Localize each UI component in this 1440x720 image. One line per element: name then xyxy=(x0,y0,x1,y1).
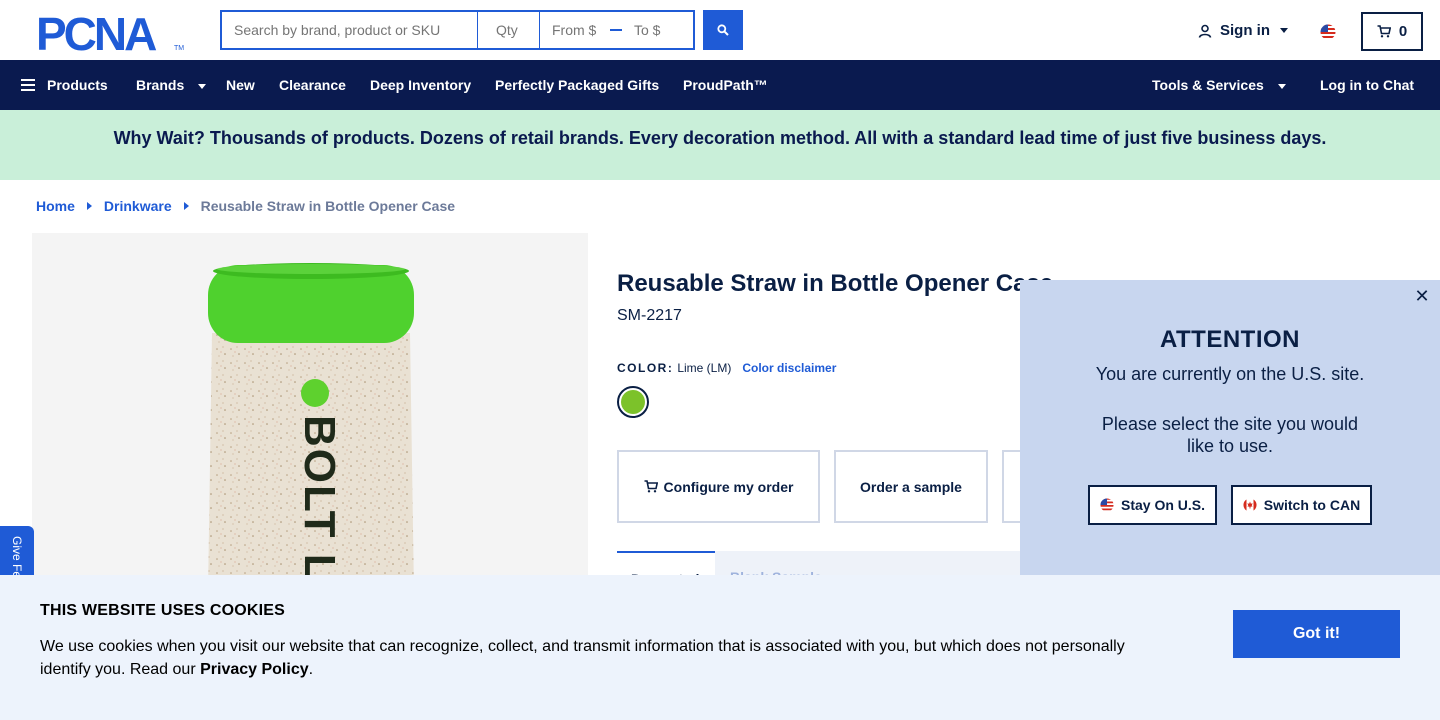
price-range xyxy=(540,10,695,50)
nav-clearance-label: Clearance xyxy=(279,77,346,93)
order-sample-button[interactable]: Order a sample xyxy=(834,450,988,523)
cookie-period: . xyxy=(308,661,314,678)
nav-products[interactable]: Products xyxy=(21,60,108,110)
cart-count: 0 xyxy=(1398,23,1408,40)
search-bar xyxy=(220,10,695,50)
search-button[interactable] xyxy=(703,10,743,50)
nav-proudpath-label: ProudPath™ xyxy=(683,77,768,93)
nav-brands-label: Brands xyxy=(136,77,185,93)
product-image-text: BOLT L xyxy=(295,415,344,583)
nav-products-label: Products xyxy=(47,77,108,93)
breadcrumb-home[interactable]: Home xyxy=(36,198,75,214)
product-sku: SM-2217 xyxy=(617,307,682,324)
svg-text:TM: TM xyxy=(174,45,184,52)
modal-title: ATTENTION xyxy=(1159,326,1301,353)
user-icon xyxy=(1198,24,1212,38)
cookie-banner: THIS WEBSITE USES COOKIES We use cookies… xyxy=(0,575,1440,720)
price-range-dash xyxy=(610,29,622,31)
nav-chat-label: Log in to Chat xyxy=(1320,77,1415,93)
search-icon xyxy=(717,24,729,36)
color-disclaimer-link[interactable]: Color disclaimer xyxy=(742,361,836,375)
qty-input[interactable] xyxy=(478,10,540,50)
switch-can-button[interactable]: Switch to CAN xyxy=(1231,485,1372,525)
chevron-right-icon xyxy=(86,202,92,210)
stay-us-label: Stay On U.S. xyxy=(1120,497,1206,513)
hamburger-icon xyxy=(21,79,35,91)
breadcrumb: Home Drinkware Reusable Straw in Bottle … xyxy=(36,198,455,214)
promo-banner: Why Wait? Thousands of products. Dozens … xyxy=(0,110,1440,180)
pcna-logo[interactable]: PCNA TM xyxy=(36,8,186,60)
nav-clearance[interactable]: Clearance xyxy=(279,60,346,110)
switch-can-label: Switch to CAN xyxy=(1263,497,1361,513)
nav-new[interactable]: New xyxy=(226,60,255,110)
site-selector-modal: ✕ ATTENTION You are currently on the U.S… xyxy=(1020,280,1440,580)
configure-order-label: Configure my order xyxy=(663,478,794,495)
main-nav: Products Brands New Clearance Deep Inven… xyxy=(0,60,1440,110)
search-input[interactable] xyxy=(220,10,478,50)
site-header: PCNA TM Sign in 0 xyxy=(0,0,1440,60)
nav-brands[interactable]: Brands xyxy=(136,60,207,110)
breadcrumb-current: Reusable Straw in Bottle Opener Case xyxy=(200,198,456,214)
price-to-input[interactable] xyxy=(630,22,685,38)
cookie-title: THIS WEBSITE USES COOKIES xyxy=(40,602,286,619)
nav-proudpath[interactable]: ProudPath™ xyxy=(683,60,768,110)
sign-in-menu[interactable]: Sign in xyxy=(1198,22,1288,39)
nav-gifts-label: Perfectly Packaged Gifts xyxy=(495,77,660,93)
color-label: COLOR: xyxy=(617,361,674,375)
chevron-down-icon xyxy=(1280,28,1288,33)
color-swatch-lime[interactable] xyxy=(617,386,649,418)
nav-chat-login[interactable]: Log in to Chat xyxy=(1320,60,1414,110)
chevron-down-icon xyxy=(198,83,207,89)
us-flag-icon[interactable] xyxy=(1320,24,1336,40)
cart-icon xyxy=(1377,25,1391,38)
close-icon[interactable]: ✕ xyxy=(1414,287,1430,305)
cookie-text: We use cookies when you visit our websit… xyxy=(40,635,1170,681)
product-title: Reusable Straw in Bottle Opener Case xyxy=(617,270,1054,297)
product-image[interactable]: BOLT L xyxy=(32,233,588,593)
chevron-down-icon xyxy=(1277,83,1286,89)
price-from-input[interactable] xyxy=(540,22,600,38)
order-sample-label: Order a sample xyxy=(860,478,962,495)
us-flag-icon xyxy=(1100,498,1114,512)
modal-instruction-text: Please select the site you would like to… xyxy=(1101,414,1359,456)
color-row: COLOR: Lime (LM) Color disclaimer xyxy=(617,361,836,375)
chevron-right-icon xyxy=(183,202,189,210)
nav-gifts[interactable]: Perfectly Packaged Gifts xyxy=(495,60,659,110)
nav-deep-inventory[interactable]: Deep Inventory xyxy=(370,60,471,110)
sign-in-label: Sign in xyxy=(1220,22,1270,39)
cart-icon xyxy=(644,480,658,493)
breadcrumb-drinkware[interactable]: Drinkware xyxy=(104,198,172,214)
configure-order-button[interactable]: Configure my order xyxy=(617,450,820,523)
cookie-accept-button[interactable]: Got it! xyxy=(1233,610,1400,658)
promo-text: Why Wait? Thousands of products. Dozens … xyxy=(113,127,1327,148)
nav-tools-label: Tools & Services xyxy=(1152,77,1264,93)
cart-button[interactable]: 0 xyxy=(1361,12,1423,51)
color-value: Lime (LM) xyxy=(677,361,732,375)
swatch-fill xyxy=(621,390,645,414)
modal-current-site-text: You are currently on the U.S. site. xyxy=(1095,364,1365,384)
nav-deep-inventory-label: Deep Inventory xyxy=(370,77,472,93)
privacy-policy-link[interactable]: Privacy Policy xyxy=(200,661,309,678)
canada-flag-icon xyxy=(1243,498,1257,512)
stay-us-button[interactable]: Stay On U.S. xyxy=(1088,485,1217,525)
logo-text: PCNA xyxy=(36,12,156,52)
nav-new-label: New xyxy=(226,77,255,93)
nav-tools-services[interactable]: Tools & Services xyxy=(1152,60,1286,110)
